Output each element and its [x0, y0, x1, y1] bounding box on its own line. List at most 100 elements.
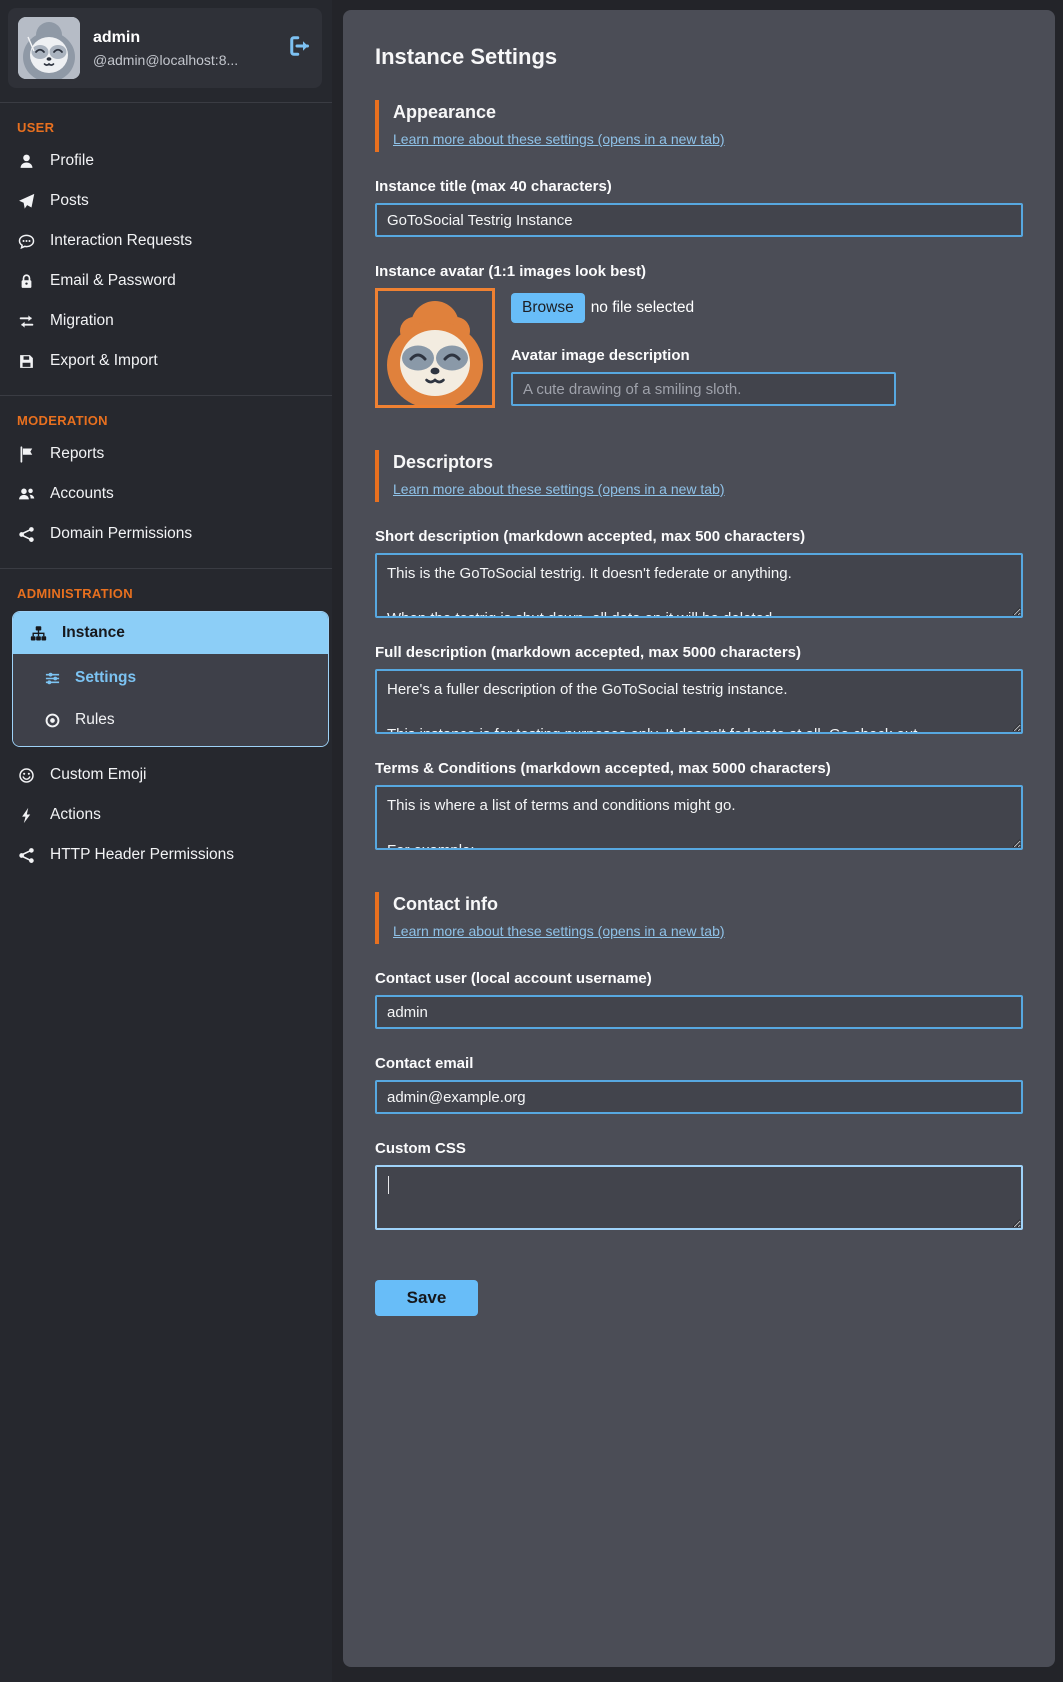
paper-plane-icon — [17, 193, 35, 210]
sidebar-item-instance[interactable]: Instance — [13, 612, 328, 654]
save-button[interactable]: Save — [375, 1280, 478, 1316]
terms-label: Terms & Conditions (markdown accepted, m… — [375, 760, 1023, 777]
full-description-textarea[interactable]: Here's a fuller description of the GoToS… — [375, 669, 1023, 734]
contact-heading: Contact info — [393, 894, 1023, 915]
main-area: Instance Settings Appearance Learn more … — [332, 0, 1063, 1682]
sidebar-item-label: Actions — [50, 806, 101, 824]
contact-user-input[interactable] — [375, 995, 1023, 1029]
sidebar-item-profile[interactable]: Profile — [0, 141, 332, 181]
contact-learn-more-link[interactable]: Learn more about these settings (opens i… — [393, 923, 725, 939]
lock-icon — [17, 273, 35, 290]
appearance-heading: Appearance — [393, 102, 1023, 123]
file-status-text: no file selected — [591, 299, 694, 317]
smiley-icon — [17, 767, 35, 784]
sidebar-item-label: Rules — [75, 711, 115, 729]
instance-avatar-image — [375, 288, 495, 408]
browse-button[interactable]: Browse — [511, 293, 585, 323]
sidebar-item-label: HTTP Header Permissions — [50, 846, 234, 864]
nav-section-moderation: MODERATION — [0, 396, 332, 434]
instance-submenu: Settings Rules — [13, 654, 328, 746]
floppy-disk-icon — [17, 353, 35, 370]
sidebar-item-label: Email & Password — [50, 272, 176, 290]
sidebar-item-instance-settings[interactable]: Settings — [13, 657, 328, 699]
user-avatar — [18, 17, 80, 79]
user-card: admin @admin@localhost:8... — [8, 8, 322, 88]
descriptors-learn-more-link[interactable]: Learn more about these settings (opens i… — [393, 481, 725, 497]
descriptors-heading: Descriptors — [393, 452, 1023, 473]
sign-out-icon[interactable] — [288, 34, 312, 63]
instance-title-label: Instance title (max 40 characters) — [375, 178, 1023, 195]
share-nodes-icon — [17, 526, 35, 543]
sidebar-item-migration[interactable]: Migration — [0, 301, 332, 341]
sloth-avatar-image — [18, 17, 80, 79]
sidebar-item-accounts[interactable]: Accounts — [0, 474, 332, 514]
short-description-field: Short description (markdown accepted, ma… — [375, 528, 1023, 618]
short-description-label: Short description (markdown accepted, ma… — [375, 528, 1023, 545]
nav-section-administration: ADMINISTRATION — [0, 569, 332, 607]
custom-css-textarea[interactable] — [375, 1165, 1023, 1230]
instance-title-input[interactable] — [375, 203, 1023, 237]
contact-email-field: Contact email — [375, 1055, 1023, 1114]
sidebar-item-instance-rules[interactable]: Rules — [13, 699, 328, 741]
sloth-image — [378, 291, 492, 405]
sidebar-item-posts[interactable]: Posts — [0, 181, 332, 221]
descriptors-section-header: Descriptors Learn more about these setti… — [375, 450, 1023, 502]
circle-dot-icon — [43, 712, 61, 729]
sidebar-item-label: Posts — [50, 192, 89, 210]
avatar-description-label: Avatar image description — [511, 347, 1023, 364]
sidebar-item-http-header-permissions[interactable]: HTTP Header Permissions — [0, 835, 332, 875]
text-cursor — [388, 1176, 389, 1194]
comment-dots-icon — [17, 233, 35, 250]
sidebar-item-interaction-requests[interactable]: Interaction Requests — [0, 221, 332, 261]
flag-icon — [17, 446, 35, 463]
user-handle: @admin@localhost:8... — [93, 52, 271, 68]
contact-email-input[interactable] — [375, 1080, 1023, 1114]
sidebar-item-label: Reports — [50, 445, 104, 463]
instance-avatar-label: Instance avatar (1:1 images look best) — [375, 263, 1023, 280]
custom-css-field: Custom CSS — [375, 1140, 1023, 1230]
exchange-arrows-icon — [17, 313, 35, 330]
full-description-label: Full description (markdown accepted, max… — [375, 644, 1023, 661]
share-nodes-icon — [17, 847, 35, 864]
appearance-learn-more-link[interactable]: Learn more about these settings (opens i… — [393, 131, 725, 147]
instance-settings-panel: Instance Settings Appearance Learn more … — [343, 10, 1055, 1667]
contact-section-header: Contact info Learn more about these sett… — [375, 892, 1023, 944]
sidebar-item-domain-permissions[interactable]: Domain Permissions — [0, 514, 332, 554]
sidebar-item-actions[interactable]: Actions — [0, 795, 332, 835]
bolt-icon — [17, 807, 35, 824]
appearance-section-header: Appearance Learn more about these settin… — [375, 100, 1023, 152]
terms-textarea[interactable]: This is where a list of terms and condit… — [375, 785, 1023, 850]
sidebar-item-custom-emoji[interactable]: Custom Emoji — [0, 755, 332, 795]
instance-avatar-field: Instance avatar (1:1 images look best) — [375, 263, 1023, 408]
custom-css-label: Custom CSS — [375, 1140, 1023, 1157]
user-icon — [17, 153, 35, 170]
contact-user-label: Contact user (local account username) — [375, 970, 1023, 987]
sidebar-item-reports[interactable]: Reports — [0, 434, 332, 474]
sidebar-item-email-password[interactable]: Email & Password — [0, 261, 332, 301]
instance-nav-group: Instance Settings Rules — [12, 611, 329, 747]
sitemap-icon — [29, 625, 47, 642]
full-description-field: Full description (markdown accepted, max… — [375, 644, 1023, 734]
sidebar-item-label: Export & Import — [50, 352, 158, 370]
sliders-icon — [43, 670, 61, 687]
sidebar-item-label: Migration — [50, 312, 114, 330]
contact-email-label: Contact email — [375, 1055, 1023, 1072]
user-name: admin — [93, 29, 271, 47]
avatar-description-input[interactable] — [511, 372, 896, 406]
sidebar-item-label: Instance — [62, 624, 125, 642]
sidebar-item-label: Domain Permissions — [50, 525, 192, 543]
terms-field: Terms & Conditions (markdown accepted, m… — [375, 760, 1023, 850]
sidebar-item-label: Settings — [75, 669, 136, 687]
users-icon — [17, 486, 35, 503]
sidebar-item-label: Custom Emoji — [50, 766, 146, 784]
sidebar-item-export-import[interactable]: Export & Import — [0, 341, 332, 381]
contact-user-field: Contact user (local account username) — [375, 970, 1023, 1029]
sidebar-item-label: Accounts — [50, 485, 114, 503]
sidebar-item-label: Interaction Requests — [50, 232, 192, 250]
sidebar-item-label: Profile — [50, 152, 94, 170]
sidebar: admin @admin@localhost:8... USER Profile… — [0, 0, 332, 1682]
nav-section-user: USER — [0, 103, 332, 141]
short-description-textarea[interactable]: This is the GoToSocial testrig. It doesn… — [375, 553, 1023, 618]
user-info: admin @admin@localhost:8... — [93, 29, 271, 68]
page-title: Instance Settings — [375, 44, 1023, 70]
